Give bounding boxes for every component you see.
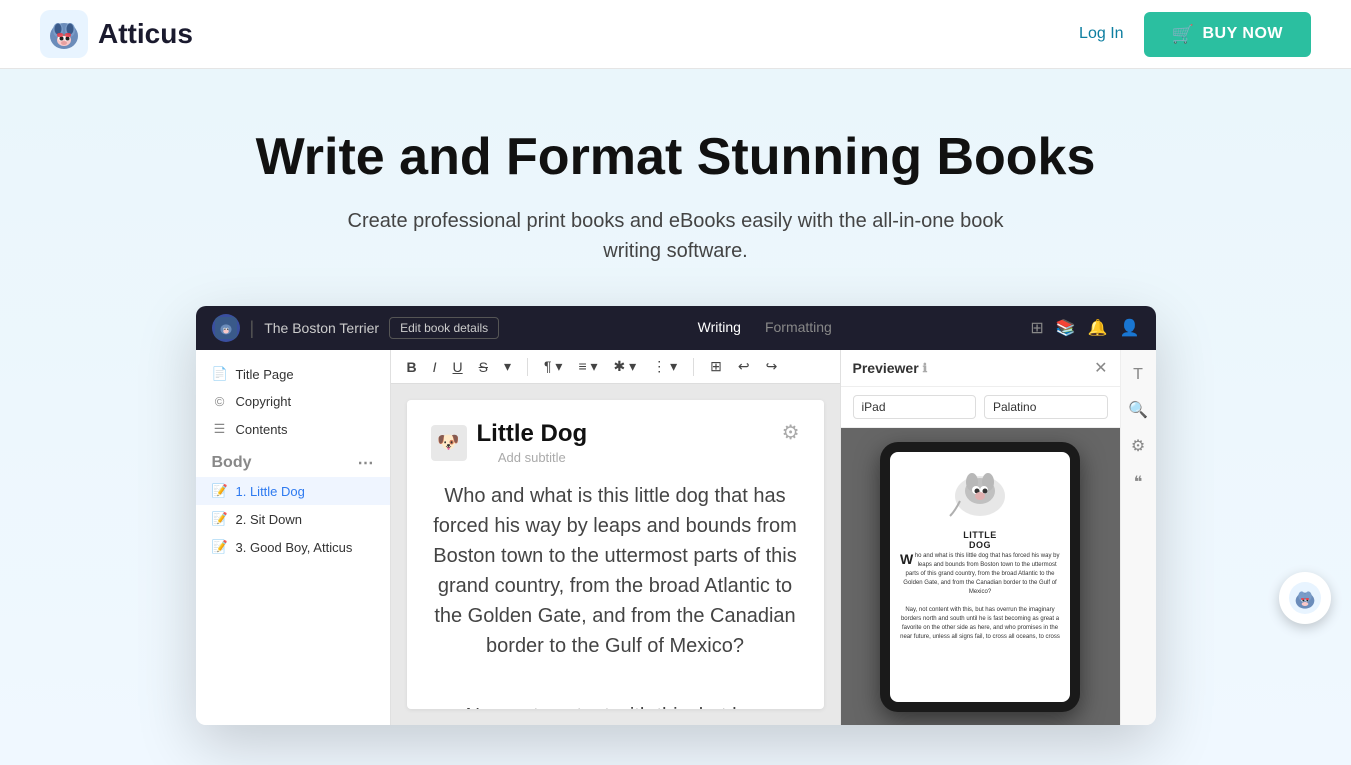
redo-button[interactable]: ↪ bbox=[762, 356, 782, 377]
hero-heading: Write and Format Stunning Books bbox=[40, 129, 1311, 186]
editor-para-2: Nay, not content with this, but has over… bbox=[431, 701, 800, 709]
sidebar-chapter2-label: 2. Sit Down bbox=[236, 512, 302, 527]
copy-icon[interactable]: ⊞ bbox=[1030, 318, 1043, 338]
book-dog-illustration bbox=[900, 464, 1060, 524]
chapter-icon-3: 📝 bbox=[212, 539, 228, 555]
chapter-icon-2: 📝 bbox=[212, 511, 228, 527]
app-topbar: | The Boston Terrier Edit book details W… bbox=[196, 306, 1156, 350]
topbar-logo-icon bbox=[212, 314, 240, 342]
cart-icon: 🛒 bbox=[1172, 24, 1195, 45]
text-size-icon[interactable]: T bbox=[1133, 366, 1143, 384]
link-button[interactable]: ⊞ bbox=[706, 356, 726, 377]
strikethrough-button[interactable]: S bbox=[475, 357, 492, 377]
device-screen: LittleDog Who and what is this little do… bbox=[890, 452, 1070, 702]
device-select[interactable]: iPad iPhone Kindle Desktop bbox=[853, 395, 977, 419]
chapter-header: 🐶 Little Dog Add subtitle ⚙ bbox=[431, 420, 800, 465]
topbar-left: | The Boston Terrier Edit book details bbox=[212, 314, 500, 342]
topbar-tabs: Writing Formatting bbox=[698, 319, 832, 337]
previewer-info-icon[interactable]: ℹ bbox=[923, 361, 928, 375]
chart-icon[interactable]: ⚙ bbox=[1131, 436, 1145, 456]
previewer-device-view: LittleDog Who and what is this little do… bbox=[841, 428, 1120, 725]
previewer-panel: Previewer ℹ ✕ iPad iPhone Kindle Desktop bbox=[840, 350, 1120, 725]
sidebar: 📄 Title Page © Copyright ☰ Contents Body… bbox=[196, 350, 391, 725]
previewer-title: Previewer ℹ bbox=[853, 360, 928, 376]
navbar: Atticus Log In 🛒 BUY NOW bbox=[0, 0, 1351, 69]
nav-right: Log In 🛒 BUY NOW bbox=[1079, 12, 1311, 57]
login-link[interactable]: Log In bbox=[1079, 25, 1123, 43]
paragraph-button[interactable]: ¶ ▾ bbox=[540, 356, 566, 377]
editor-para-1: Who and what is this little dog that has… bbox=[431, 481, 800, 661]
search-preview-icon[interactable]: 🔍 bbox=[1128, 400, 1148, 420]
font-select[interactable]: Palatino Georgia Times New Roman bbox=[984, 395, 1108, 419]
editor-body-text[interactable]: Who and what is this little dog that has… bbox=[431, 481, 800, 709]
undo-button[interactable]: ↩ bbox=[734, 356, 754, 377]
sidebar-item-chapter3[interactable]: 📝 3. Good Boy, Atticus bbox=[196, 533, 390, 561]
page-icon: 📄 bbox=[212, 366, 228, 382]
italic-button[interactable]: I bbox=[429, 357, 441, 377]
sidebar-item-contents[interactable]: ☰ Contents bbox=[196, 415, 390, 443]
hero-subheading: Create professional print books and eBoo… bbox=[336, 206, 1016, 266]
sidebar-title-page-label: Title Page bbox=[236, 367, 294, 382]
bold-button[interactable]: B bbox=[403, 357, 421, 377]
editor-content[interactable]: 🐶 Little Dog Add subtitle ⚙ Who and what… bbox=[407, 400, 824, 709]
sidebar-chapter3-label: 3. Good Boy, Atticus bbox=[236, 540, 353, 555]
editor-area: B I U S ▾ ¶ ▾ ≡ ▾ ✱ ▾ ⋮ ▾ ⊞ ↩ ↪ bbox=[391, 350, 840, 725]
logo-area: Atticus bbox=[40, 10, 193, 58]
avatar-icon[interactable]: 👤 bbox=[1120, 318, 1140, 338]
atticus-logo-icon bbox=[40, 10, 88, 58]
chat-widget[interactable] bbox=[1279, 572, 1331, 624]
previewer-controls: iPad iPhone Kindle Desktop Palatino Geor… bbox=[841, 387, 1120, 428]
sidebar-chapter1-label: 1. Little Dog bbox=[236, 484, 305, 499]
app-mockup: | The Boston Terrier Edit book details W… bbox=[196, 306, 1156, 725]
chapter-title-block: 🐶 Little Dog Add subtitle bbox=[431, 420, 588, 465]
sidebar-body-section: Body ⋯ bbox=[196, 443, 390, 477]
underline-button[interactable]: U bbox=[449, 357, 467, 377]
strikethrough-dropdown[interactable]: ▾ bbox=[500, 356, 515, 377]
previewer-sidebar-icons: T 🔍 ⚙ ❝ bbox=[1120, 350, 1156, 725]
book-preview-text: Who and what is this little dog that has… bbox=[900, 552, 1060, 642]
bell-icon[interactable]: 🔔 bbox=[1088, 318, 1108, 338]
editor-toolbar: B I U S ▾ ¶ ▾ ≡ ▾ ✱ ▾ ⋮ ▾ ⊞ ↩ ↪ bbox=[391, 350, 840, 384]
contents-icon: ☰ bbox=[212, 421, 228, 437]
app-main: 📄 Title Page © Copyright ☰ Contents Body… bbox=[196, 350, 1156, 725]
sidebar-item-title-page[interactable]: 📄 Title Page bbox=[196, 360, 390, 388]
logo-text: Atticus bbox=[98, 18, 193, 50]
previewer-header: Previewer ℹ ✕ bbox=[841, 350, 1120, 387]
toolbar-sep2 bbox=[693, 358, 694, 376]
book-icon[interactable]: 📚 bbox=[1056, 318, 1076, 338]
buy-now-button[interactable]: 🛒 BUY NOW bbox=[1144, 12, 1311, 57]
previewer-close-icon[interactable]: ✕ bbox=[1094, 358, 1107, 378]
tab-writing[interactable]: Writing bbox=[698, 319, 741, 337]
toolbar-sep1 bbox=[527, 358, 528, 376]
chapter-subtitle: Add subtitle bbox=[477, 450, 588, 465]
chapter-avatar: 🐶 bbox=[431, 425, 467, 461]
chapter-icon: 📝 bbox=[212, 483, 228, 499]
chapter-title: Little Dog bbox=[477, 420, 588, 448]
app-right: Previewer ℹ ✕ iPad iPhone Kindle Desktop bbox=[840, 350, 1156, 725]
device-frame: LittleDog Who and what is this little do… bbox=[880, 442, 1080, 712]
copyright-icon: © bbox=[212, 394, 228, 409]
chapter-settings-icon[interactable]: ⚙ bbox=[782, 420, 800, 445]
edit-book-details-button[interactable]: Edit book details bbox=[389, 317, 499, 339]
sidebar-copyright-label: Copyright bbox=[236, 394, 292, 409]
hero-section: Write and Format Stunning Books Create p… bbox=[0, 69, 1351, 765]
topbar-book-title: The Boston Terrier bbox=[264, 320, 379, 336]
quote-icon[interactable]: ❝ bbox=[1134, 472, 1143, 492]
sidebar-more-icon[interactable]: ⋯ bbox=[358, 453, 374, 473]
indent-button[interactable]: ⋮ ▾ bbox=[648, 356, 681, 377]
sidebar-item-chapter1[interactable]: 📝 1. Little Dog bbox=[196, 477, 390, 505]
topbar-separator: | bbox=[250, 318, 255, 339]
topbar-right: ⊞ 📚 🔔 👤 bbox=[1030, 318, 1139, 338]
book-preview-title: LittleDog bbox=[900, 530, 1060, 550]
sidebar-item-copyright[interactable]: © Copyright bbox=[196, 388, 390, 415]
asterisk-button[interactable]: ✱ ▾ bbox=[610, 356, 641, 377]
sidebar-contents-label: Contents bbox=[236, 422, 288, 437]
sidebar-item-chapter2[interactable]: 📝 2. Sit Down bbox=[196, 505, 390, 533]
align-button[interactable]: ≡ ▾ bbox=[574, 356, 601, 377]
tab-formatting[interactable]: Formatting bbox=[765, 319, 832, 337]
